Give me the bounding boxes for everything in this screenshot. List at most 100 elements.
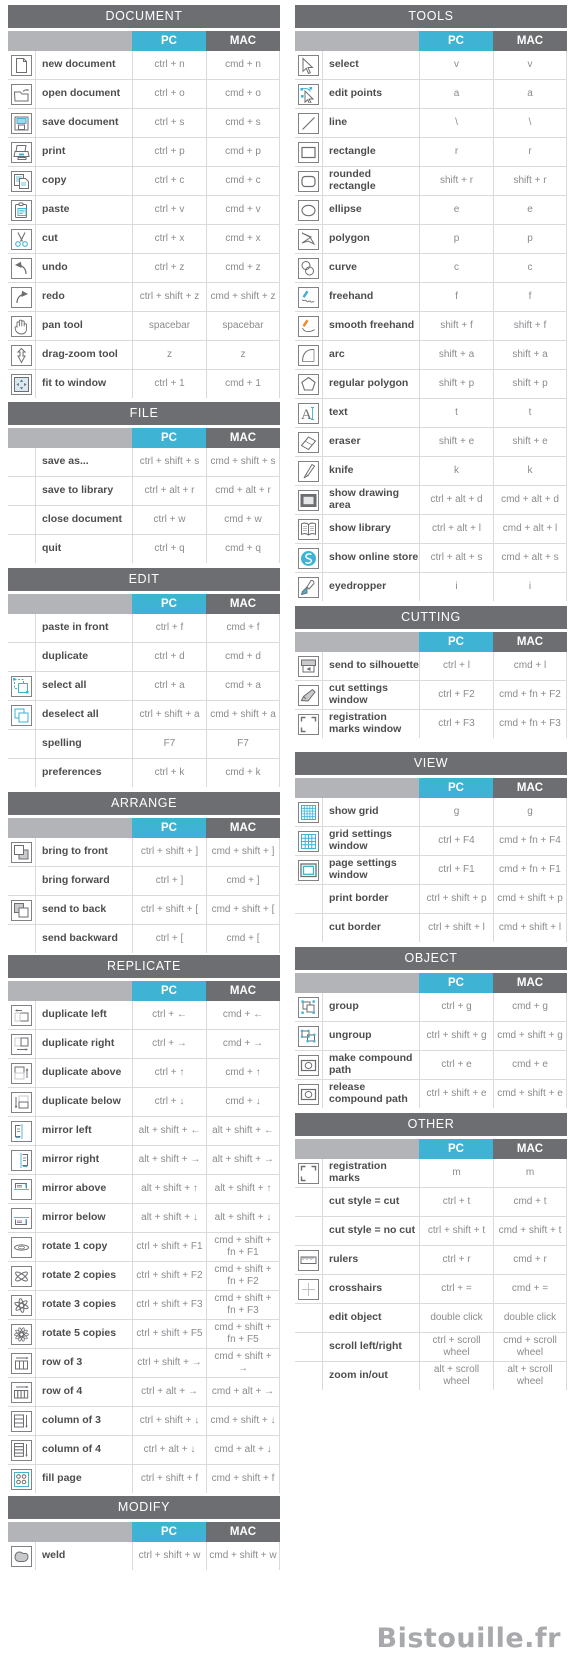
pc-shortcut-value: ctrl + g	[419, 993, 493, 1021]
mac-shortcut-value: cmd + shift + a	[206, 701, 280, 729]
row-icon-cell	[295, 1246, 322, 1274]
row-icon-cell	[8, 867, 35, 895]
pc-shortcut-value: ctrl + n	[132, 51, 206, 79]
mac-shortcut-value: cmd + fn + F4	[493, 827, 567, 855]
select-icon	[298, 54, 319, 76]
shortcut-row: release compound path ctrl + shift + e cmd…	[295, 1080, 567, 1108]
shortcut-label: rectangle	[322, 138, 419, 166]
rectangle-icon	[298, 141, 319, 163]
row-icon-cell	[8, 1233, 35, 1261]
row-icon-cell	[295, 1051, 322, 1079]
row-icon-cell	[295, 1304, 322, 1332]
shortcut-label: send to silhouette	[322, 652, 419, 680]
mac-shortcut-value: cmd + shift + ]	[206, 838, 280, 866]
duplicate-below-icon	[11, 1091, 32, 1113]
pc-shortcut-value: ctrl + v	[132, 196, 206, 224]
row-icon-cell	[295, 515, 322, 543]
shortcut-row: cut settings window ctrl + F2 cmd + fn + F…	[295, 681, 567, 710]
section-title: OTHER	[295, 1113, 567, 1136]
pc-shortcut-value: ctrl + shift + F3	[132, 1291, 206, 1319]
mac-shortcut-value: cmd + a	[206, 672, 280, 700]
pc-shortcut-value: ctrl + c	[132, 167, 206, 195]
row-icon-cell	[8, 838, 35, 866]
blank-header-cell	[35, 1522, 132, 1542]
shortcut-row: mirror left alt + shift + ← alt + shift + …	[8, 1117, 280, 1146]
curve-icon	[298, 257, 319, 279]
row-icon-cell	[8, 341, 35, 369]
section-title: EDIT	[8, 568, 280, 591]
mac-shortcut-value: cmd + q	[206, 535, 280, 563]
row-icon-cell	[295, 370, 322, 398]
row-icon-cell	[8, 535, 35, 563]
pc-shortcut-value: ctrl + shift + F1	[132, 1233, 206, 1261]
mac-column-header: MAC	[493, 778, 567, 798]
shortcut-row: column of 4 ctrl + alt + ↓ cmd + alt + ↓	[8, 1436, 280, 1465]
pc-shortcut-value: t	[419, 399, 493, 427]
mac-shortcut-value: cmd + e	[493, 1051, 567, 1079]
mac-shortcut-value: cmd + shift + ↓	[206, 1407, 280, 1435]
shortcut-label: cut style = cut	[322, 1188, 419, 1216]
mac-shortcut-value: alt + scroll wheel	[493, 1362, 567, 1390]
mac-shortcut-value: c	[493, 254, 567, 282]
shortcut-row: registration marks m m	[295, 1159, 567, 1188]
shortcut-label: paste in front	[35, 614, 132, 642]
shortcut-row: eraser shift + e shift + e	[295, 428, 567, 457]
blank-header-cell	[8, 31, 35, 51]
send-to-silhouette-icon	[298, 655, 319, 677]
pc-shortcut-value: ctrl + f	[132, 614, 206, 642]
row-icon-cell	[295, 254, 322, 282]
pc-shortcut-value: ctrl + d	[132, 643, 206, 671]
shortcut-label: show drawing area	[322, 486, 419, 514]
shortcut-label: duplicate left	[35, 1001, 132, 1029]
section-column-headers: PC MAC	[8, 594, 280, 614]
row-icon-cell	[295, 573, 322, 601]
shortcut-row: close document ctrl + w cmd + w	[8, 506, 280, 535]
group-icon	[298, 996, 319, 1018]
row-icon-cell	[8, 138, 35, 166]
mac-column-header: MAC	[493, 1139, 567, 1159]
row-icon-cell	[295, 428, 322, 456]
row-icon-cell	[295, 856, 322, 884]
show-online-store-icon	[298, 547, 319, 569]
pc-shortcut-value: ctrl + shift + F2	[132, 1262, 206, 1290]
row-icon-cell	[8, 1407, 35, 1435]
mac-column-header: MAC	[493, 632, 567, 652]
mac-column-header: MAC	[206, 594, 280, 614]
shortcut-label: copy	[35, 167, 132, 195]
shortcut-row: cut border ctrl + shift + l cmd + shift + …	[295, 914, 567, 942]
ellipse-icon	[298, 199, 319, 221]
row-icon-cell	[8, 370, 35, 398]
pc-shortcut-value: shift + r	[419, 167, 493, 195]
shortcut-row: cut style = no cut ctrl + shift + t cmd + …	[295, 1217, 567, 1246]
duplicate-above-icon	[11, 1062, 32, 1084]
blank-header-cell	[295, 973, 322, 993]
row-icon-cell	[8, 1117, 35, 1145]
shortcut-label: show library	[322, 515, 419, 543]
mac-shortcut-value: p	[493, 225, 567, 253]
row-icon-cell	[295, 1080, 322, 1108]
arc-icon	[298, 344, 319, 366]
shortcut-row: fill page ctrl + shift + f cmd + shift + f	[8, 1465, 280, 1493]
row-icon-cell	[295, 1362, 322, 1390]
mac-shortcut-value: alt + shift + ←	[206, 1117, 280, 1145]
mac-shortcut-value: shift + r	[493, 167, 567, 195]
shortcut-row: show drawing area ctrl + alt + d cmd + alt…	[295, 486, 567, 515]
pc-shortcut-value: ctrl + shift + l	[419, 914, 493, 942]
select-all-icon	[11, 675, 32, 697]
shortcut-rows: group ctrl + g cmd + g ungroup ctrl + shift …	[295, 993, 567, 1108]
pc-shortcut-value: ctrl + x	[132, 225, 206, 253]
shortcut-rows: select v v edit points a a line \ \ rectangle r r ro…	[295, 51, 567, 601]
shortcut-label: cut settings window	[322, 681, 419, 709]
mac-shortcut-value: cmd + alt + d	[493, 486, 567, 514]
pc-column-header: PC	[132, 594, 206, 614]
mac-shortcut-value: shift + f	[493, 312, 567, 340]
rulers-icon	[298, 1249, 319, 1271]
mac-column-header: MAC	[206, 428, 280, 448]
row-icon-cell	[295, 80, 322, 108]
row-icon-cell	[8, 109, 35, 137]
shortcut-label: bring to front	[35, 838, 132, 866]
shortcut-row: duplicate left ctrl + ← cmd + ←	[8, 1001, 280, 1030]
mac-shortcut-value: cmd + →	[206, 1030, 280, 1058]
pc-shortcut-value: shift + p	[419, 370, 493, 398]
section-column-headers: PC MAC	[295, 973, 567, 993]
